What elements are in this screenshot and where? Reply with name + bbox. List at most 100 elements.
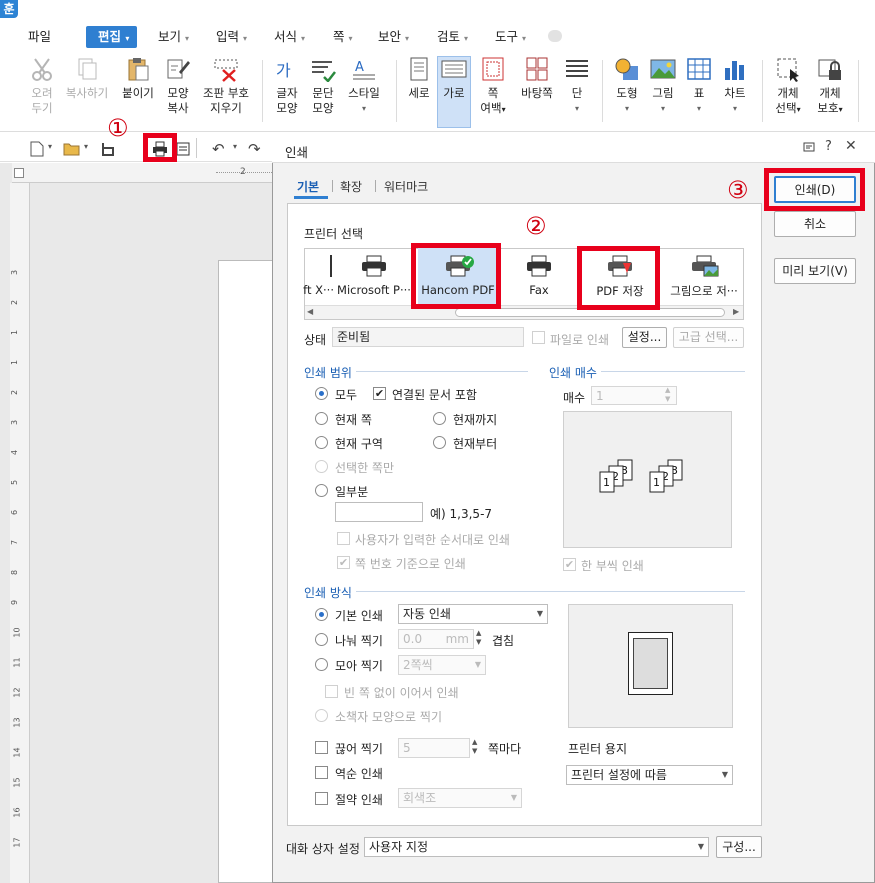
ruler-mark: 8: [10, 569, 20, 576]
document-page[interactable]: [218, 260, 274, 883]
copy-button[interactable]: 복사하기: [62, 56, 112, 101]
settings-button[interactable]: 설정...: [622, 327, 667, 348]
object-protect-button[interactable]: 개체 보호▾: [812, 56, 848, 117]
dialog-menu-icon[interactable]: [803, 142, 815, 157]
method-combine-radio[interactable]: [315, 658, 328, 671]
menu-file[interactable]: 파일: [28, 26, 51, 48]
tab-basic[interactable]: 기본: [297, 178, 319, 195]
style-label: 스타일: [348, 86, 380, 100]
page-margin-button[interactable]: 쪽 여백▾: [476, 56, 510, 117]
new-doc-icon[interactable]: [30, 141, 44, 160]
range-selected-radio[interactable]: [315, 460, 328, 473]
range-current-section-radio[interactable]: [315, 436, 328, 449]
chevron-down-icon[interactable]: ▾: [84, 142, 88, 151]
tab-watermark[interactable]: 워터마크: [384, 178, 428, 195]
linked-docs-checkbox[interactable]: ✔: [373, 387, 386, 400]
save-print-checkbox[interactable]: [315, 792, 328, 805]
user-order-checkbox[interactable]: [337, 532, 350, 545]
chevron-down-icon[interactable]: ▾: [48, 142, 52, 151]
page-number-checkbox[interactable]: ✔: [337, 556, 350, 569]
char-shape-button[interactable]: 가 글자 모양: [272, 56, 302, 116]
scroll-left-icon[interactable]: ◀: [307, 307, 313, 316]
para-shape-button[interactable]: 문단 모양: [308, 56, 338, 116]
clear-format-button[interactable]: 조판 부호 지우기: [200, 56, 252, 116]
ruler-mark: 12: [12, 687, 22, 698]
print-to-file-checkbox[interactable]: [532, 331, 545, 344]
method-combine-select[interactable]: 2쪽씩 ▼: [398, 655, 486, 675]
range-current-page-radio[interactable]: [315, 412, 328, 425]
chevron-down-icon[interactable]: ▾: [233, 142, 237, 151]
range-from-current-radio[interactable]: [433, 436, 446, 449]
chevron-down-icon: ▾: [696, 104, 701, 113]
method-split-input[interactable]: 0.0 mm: [398, 629, 474, 649]
menu-security[interactable]: 보안 ▾: [378, 26, 409, 48]
scroll-right-icon[interactable]: ▶: [733, 307, 739, 316]
menu-edit[interactable]: 편집 ▾: [86, 26, 138, 48]
columns-button[interactable]: 단 ▾: [563, 56, 591, 116]
printer-label: Microsoft P···: [337, 283, 411, 297]
char-shape-icon: 가: [274, 56, 300, 82]
cut-button[interactable]: 오려 두기: [26, 56, 58, 116]
method-basic-select[interactable]: 자동 인쇄 ▼: [398, 604, 548, 624]
range-all-radio[interactable]: [315, 387, 328, 400]
save-icon[interactable]: [101, 141, 115, 160]
print-preview-icon[interactable]: [176, 141, 190, 160]
scissors-icon: [29, 56, 55, 82]
menu-tools[interactable]: 도구 ▾: [495, 26, 526, 48]
advanced-button[interactable]: 고급 선택...: [673, 327, 744, 348]
page-bg-button[interactable]: 바탕쪽: [518, 56, 556, 101]
ruler-corner-icon[interactable]: [14, 168, 24, 178]
dialog-setting-select[interactable]: 사용자 지정 ▼: [364, 837, 709, 857]
picture-button[interactable]: 그림 ▾: [648, 56, 678, 116]
method-basic-radio[interactable]: [315, 608, 328, 621]
open-folder-icon[interactable]: [63, 141, 81, 160]
menu-insert[interactable]: 입력 ▾: [216, 26, 247, 48]
booklet-radio[interactable]: [315, 709, 328, 722]
range-until-current-radio[interactable]: [433, 412, 446, 425]
chart-button[interactable]: 차트 ▾: [721, 56, 749, 116]
preview-button[interactable]: 미리 보기(V): [774, 258, 856, 284]
shape-button[interactable]: 도형 ▾: [612, 56, 642, 116]
ruler-mark: 1: [10, 329, 20, 336]
undo-icon[interactable]: ↶: [212, 140, 225, 158]
table-button[interactable]: 표 ▾: [686, 56, 712, 116]
collate-checkbox[interactable]: ✔: [563, 558, 576, 571]
method-split-radio[interactable]: [315, 633, 328, 646]
printer-item[interactable]: ft X···: [300, 255, 334, 297]
redo-icon[interactable]: ↷: [248, 140, 261, 158]
paste-button[interactable]: 붙이기: [120, 56, 156, 101]
method-overlap-label: 겹침: [492, 634, 515, 648]
title-bar: [0, 0, 875, 18]
object-select-button[interactable]: 개체 선택▾: [772, 56, 804, 117]
printer-label: Fax: [529, 283, 549, 297]
range-partial-input[interactable]: [335, 502, 423, 522]
spinner-icon[interactable]: ▲ ▼: [665, 386, 670, 404]
range-partial-radio[interactable]: [315, 484, 328, 497]
spinner-icon[interactable]: ▲ ▼: [476, 629, 481, 647]
tab-extended[interactable]: 확장: [340, 178, 362, 195]
menu-format[interactable]: 서식 ▾: [274, 26, 305, 48]
step-2-marker: ②: [525, 212, 547, 240]
cancel-button[interactable]: 취소: [774, 211, 856, 237]
printer-item-fax[interactable]: Fax: [510, 255, 568, 297]
printer-item-image[interactable]: 그림으로 저···: [666, 255, 742, 299]
spinner-icon[interactable]: ▲ ▼: [472, 738, 477, 756]
break-print-input[interactable]: 5: [398, 738, 470, 758]
break-print-checkbox[interactable]: [315, 741, 328, 754]
compose-button[interactable]: 구성...: [716, 836, 762, 858]
save-print-select[interactable]: 회색조 ▼: [398, 788, 522, 808]
para-shape-label-1: 문단: [312, 86, 334, 100]
vertical-button[interactable]: 세로: [404, 56, 434, 101]
menu-view[interactable]: 보기 ▾: [158, 26, 189, 48]
style-button[interactable]: A 스타일 ▾: [344, 56, 384, 116]
close-icon[interactable]: ✕: [845, 138, 857, 154]
reverse-print-checkbox[interactable]: [315, 766, 328, 779]
printer-item[interactable]: Microsoft P···: [336, 255, 412, 297]
paper-select[interactable]: 프린터 설정에 따름 ▼: [566, 765, 733, 785]
format-copy-button[interactable]: 모양 복사: [160, 56, 196, 116]
horizontal-button[interactable]: 가로: [439, 56, 469, 101]
help-icon[interactable]: ?: [825, 139, 832, 154]
no-blank-checkbox[interactable]: [325, 685, 338, 698]
menu-page[interactable]: 쪽 ▾: [333, 26, 353, 48]
menu-review[interactable]: 검토 ▾: [437, 26, 468, 48]
